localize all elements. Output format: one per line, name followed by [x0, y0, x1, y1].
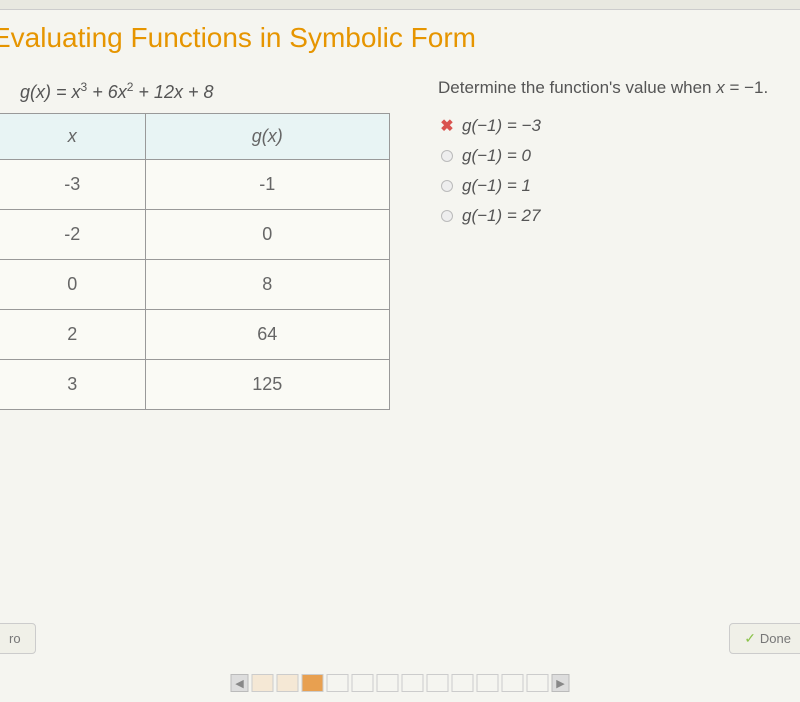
answer-option[interactable]: ✖ g(−1) = −3 [438, 116, 768, 136]
table-header-gx: g(x) [145, 114, 390, 160]
progress-box[interactable] [427, 674, 449, 692]
progress-box[interactable] [252, 674, 274, 692]
answer-option[interactable]: g(−1) = 0 [438, 146, 768, 166]
header-bar [0, 0, 800, 10]
answer-option[interactable]: g(−1) = 27 [438, 206, 768, 226]
content-area: g(x) = x3 + 6x2 + 12x + 8 x g(x) -3 -1 -… [0, 72, 800, 410]
check-icon: ✓ [744, 630, 756, 647]
progress-box[interactable] [477, 674, 499, 692]
progress-box[interactable] [452, 674, 474, 692]
bottom-bar: ro ✓ Done [0, 623, 800, 654]
progress-bar: ◀ ▶ [231, 674, 570, 692]
table-row: -3 -1 [0, 160, 390, 210]
table-row: 0 8 [0, 260, 390, 310]
progress-box[interactable] [377, 674, 399, 692]
radio-icon [438, 180, 456, 192]
next-arrow-icon[interactable]: ▶ [552, 674, 570, 692]
left-panel: g(x) = x3 + 6x2 + 12x + 8 x g(x) -3 -1 -… [0, 72, 390, 410]
function-definition: g(x) = x3 + 6x2 + 12x + 8 [0, 72, 390, 113]
table-row: -2 0 [0, 210, 390, 260]
progress-box[interactable] [327, 674, 349, 692]
table-row: 2 64 [0, 310, 390, 360]
page-title: Evaluating Functions in Symbolic Form [0, 10, 800, 72]
intro-button[interactable]: ro [0, 623, 36, 654]
radio-icon [438, 210, 456, 222]
progress-box[interactable] [277, 674, 299, 692]
right-panel: Determine the function's value when x = … [390, 72, 768, 410]
prev-arrow-icon[interactable]: ◀ [231, 674, 249, 692]
progress-box[interactable] [502, 674, 524, 692]
answer-option[interactable]: g(−1) = 1 [438, 176, 768, 196]
progress-box[interactable] [352, 674, 374, 692]
x-mark-icon: ✖ [438, 116, 456, 136]
question-prompt: Determine the function's value when x = … [438, 78, 768, 98]
progress-box-current[interactable] [302, 674, 324, 692]
table-header-x: x [0, 114, 145, 160]
progress-box[interactable] [527, 674, 549, 692]
function-table: x g(x) -3 -1 -2 0 0 8 2 [0, 113, 390, 410]
table-row: 3 125 [0, 360, 390, 410]
radio-icon [438, 150, 456, 162]
progress-box[interactable] [402, 674, 424, 692]
done-button[interactable]: ✓ Done [729, 623, 800, 654]
